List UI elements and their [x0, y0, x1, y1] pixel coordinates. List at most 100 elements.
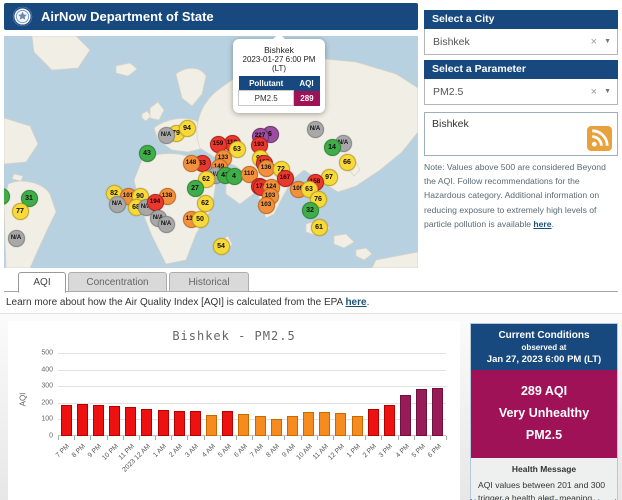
- bar[interactable]: [125, 407, 136, 436]
- bar[interactable]: [206, 415, 217, 436]
- x-tick-mark: [317, 436, 318, 440]
- x-tick-mark: [430, 436, 431, 440]
- popup-aqi-header: AQI: [294, 76, 320, 91]
- world-map[interactable]: 3177N/A79N/A94438210190N/A68N/A138194N/A…: [4, 36, 418, 268]
- bar[interactable]: [174, 411, 185, 436]
- x-tick-mark: [204, 436, 205, 440]
- bar[interactable]: [238, 414, 249, 436]
- bar[interactable]: [109, 406, 120, 436]
- aqi-marker[interactable]: 77: [12, 203, 29, 220]
- popup-city: Bishkek: [238, 45, 320, 55]
- panel-header: Current Conditions observed at Jan 27, 2…: [471, 324, 617, 370]
- bar[interactable]: [158, 410, 169, 436]
- bar[interactable]: [384, 405, 395, 436]
- aqi-marker[interactable]: 32: [302, 202, 319, 219]
- aqi-marker[interactable]: 50: [192, 211, 209, 228]
- bar[interactable]: [400, 395, 411, 436]
- parameter-clear-icon[interactable]: ×: [591, 86, 597, 98]
- x-tick-mark: [171, 436, 172, 440]
- bar[interactable]: [287, 416, 298, 436]
- bar[interactable]: [416, 389, 427, 436]
- bar[interactable]: [255, 416, 266, 436]
- health-message-title: Health Message: [478, 464, 610, 474]
- aqi-chart: Bishkek - PM2.5 AQI 01002003004005007 PM…: [8, 321, 460, 500]
- parameter-caret-icon[interactable]: ▼: [604, 88, 611, 95]
- note-here-link[interactable]: here: [533, 219, 551, 229]
- learn-more-here-link[interactable]: here: [345, 297, 366, 308]
- bar[interactable]: [141, 409, 152, 436]
- tab-historical[interactable]: Historical: [169, 272, 249, 292]
- aqi-marker[interactable]: 103: [258, 197, 275, 214]
- gridline: [58, 386, 446, 387]
- x-tick-mark: [365, 436, 366, 440]
- bar[interactable]: [303, 412, 314, 436]
- city-feed-box: Bishkek: [424, 112, 618, 156]
- tab-aqi[interactable]: AQI: [18, 272, 66, 293]
- popup-aqi-value: 289: [294, 91, 320, 106]
- bar[interactable]: [61, 405, 72, 436]
- bar[interactable]: [368, 409, 379, 436]
- aqi-parameter: PM2.5: [474, 425, 614, 447]
- aqi-marker[interactable]: 27: [187, 180, 204, 197]
- y-tick-label: 300: [23, 383, 53, 390]
- city-select[interactable]: Bishkek × ▼: [424, 29, 618, 55]
- aqi-marker[interactable]: 14: [324, 139, 341, 156]
- aqi-marker[interactable]: 43: [139, 145, 156, 162]
- select-parameter-header: Select a Parameter: [424, 60, 618, 79]
- city-caret-icon[interactable]: ▼: [604, 38, 611, 45]
- tab-concentration[interactable]: Concentration: [68, 272, 167, 292]
- bar[interactable]: [93, 405, 104, 436]
- popup-table: Pollutant AQI PM2.5 289: [238, 76, 320, 106]
- x-tick-mark: [268, 436, 269, 440]
- bar[interactable]: [222, 411, 233, 436]
- bar[interactable]: [352, 416, 363, 436]
- aqi-marker[interactable]: N/A: [158, 127, 175, 144]
- note-suffix: .: [552, 219, 554, 229]
- gridline: [58, 353, 446, 354]
- note-text: Note: Values above 500 are considered Be…: [424, 162, 606, 229]
- popup-pollutant-value: PM2.5: [239, 91, 294, 106]
- x-tick-mark: [301, 436, 302, 440]
- bar[interactable]: [77, 404, 88, 436]
- aqi-marker[interactable]: N/A: [8, 230, 25, 247]
- aqi-marker[interactable]: N/A: [158, 216, 175, 233]
- y-tick-label: 100: [23, 416, 53, 423]
- aqi-marker[interactable]: 4: [226, 168, 243, 185]
- bar[interactable]: [335, 413, 346, 436]
- bar[interactable]: [190, 411, 201, 436]
- aqi-marker[interactable]: 194: [147, 194, 164, 211]
- aqi-summary: 289 AQI Very Unhealthy PM2.5: [471, 370, 617, 458]
- page-title: AirNow Department of State: [41, 9, 214, 24]
- gridline: [58, 403, 446, 404]
- bar[interactable]: [271, 419, 282, 436]
- popup-datetime: 2023-01-27 6:00 PM: [238, 55, 320, 64]
- bar[interactable]: [432, 388, 443, 436]
- x-tick-mark: [123, 436, 124, 440]
- aqi-marker[interactable]: 136: [258, 160, 275, 177]
- x-tick-mark: [236, 436, 237, 440]
- aqi-marker[interactable]: 54: [213, 238, 230, 255]
- aqi-marker[interactable]: 61: [311, 219, 328, 236]
- parameter-select[interactable]: PM2.5 × ▼: [424, 79, 618, 105]
- x-tick-mark: [90, 436, 91, 440]
- aqi-marker[interactable]: 94: [179, 120, 196, 137]
- aqi-marker[interactable]: 66: [339, 154, 356, 171]
- learn-more-body: Learn more about how the Air Quality Ind…: [6, 297, 345, 308]
- rss-icon[interactable]: [587, 126, 612, 151]
- learn-more-suffix: .: [367, 297, 370, 308]
- feed-city-label: Bishkek: [432, 118, 610, 130]
- x-tick-mark: [187, 436, 188, 440]
- aqi-marker[interactable]: 62: [197, 195, 214, 212]
- observed-at-value: Jan 27, 2023 6:00 PM (LT): [474, 354, 614, 365]
- tab-bar: AQI Concentration Historical: [4, 272, 618, 292]
- bar[interactable]: [319, 412, 330, 436]
- x-tick-mark: [381, 436, 382, 440]
- health-message: Health Message AQI values between 201 an…: [471, 458, 617, 500]
- aqi-marker[interactable]: N/A: [307, 121, 324, 138]
- y-tick-label: 200: [23, 399, 53, 406]
- city-clear-icon[interactable]: ×: [591, 36, 597, 48]
- aqi-marker[interactable]: N/A: [109, 196, 126, 213]
- y-tick-label: 0: [23, 433, 53, 440]
- aqi-marker[interactable]: 148: [183, 155, 200, 172]
- app-header: AirNow Department of State: [4, 3, 418, 30]
